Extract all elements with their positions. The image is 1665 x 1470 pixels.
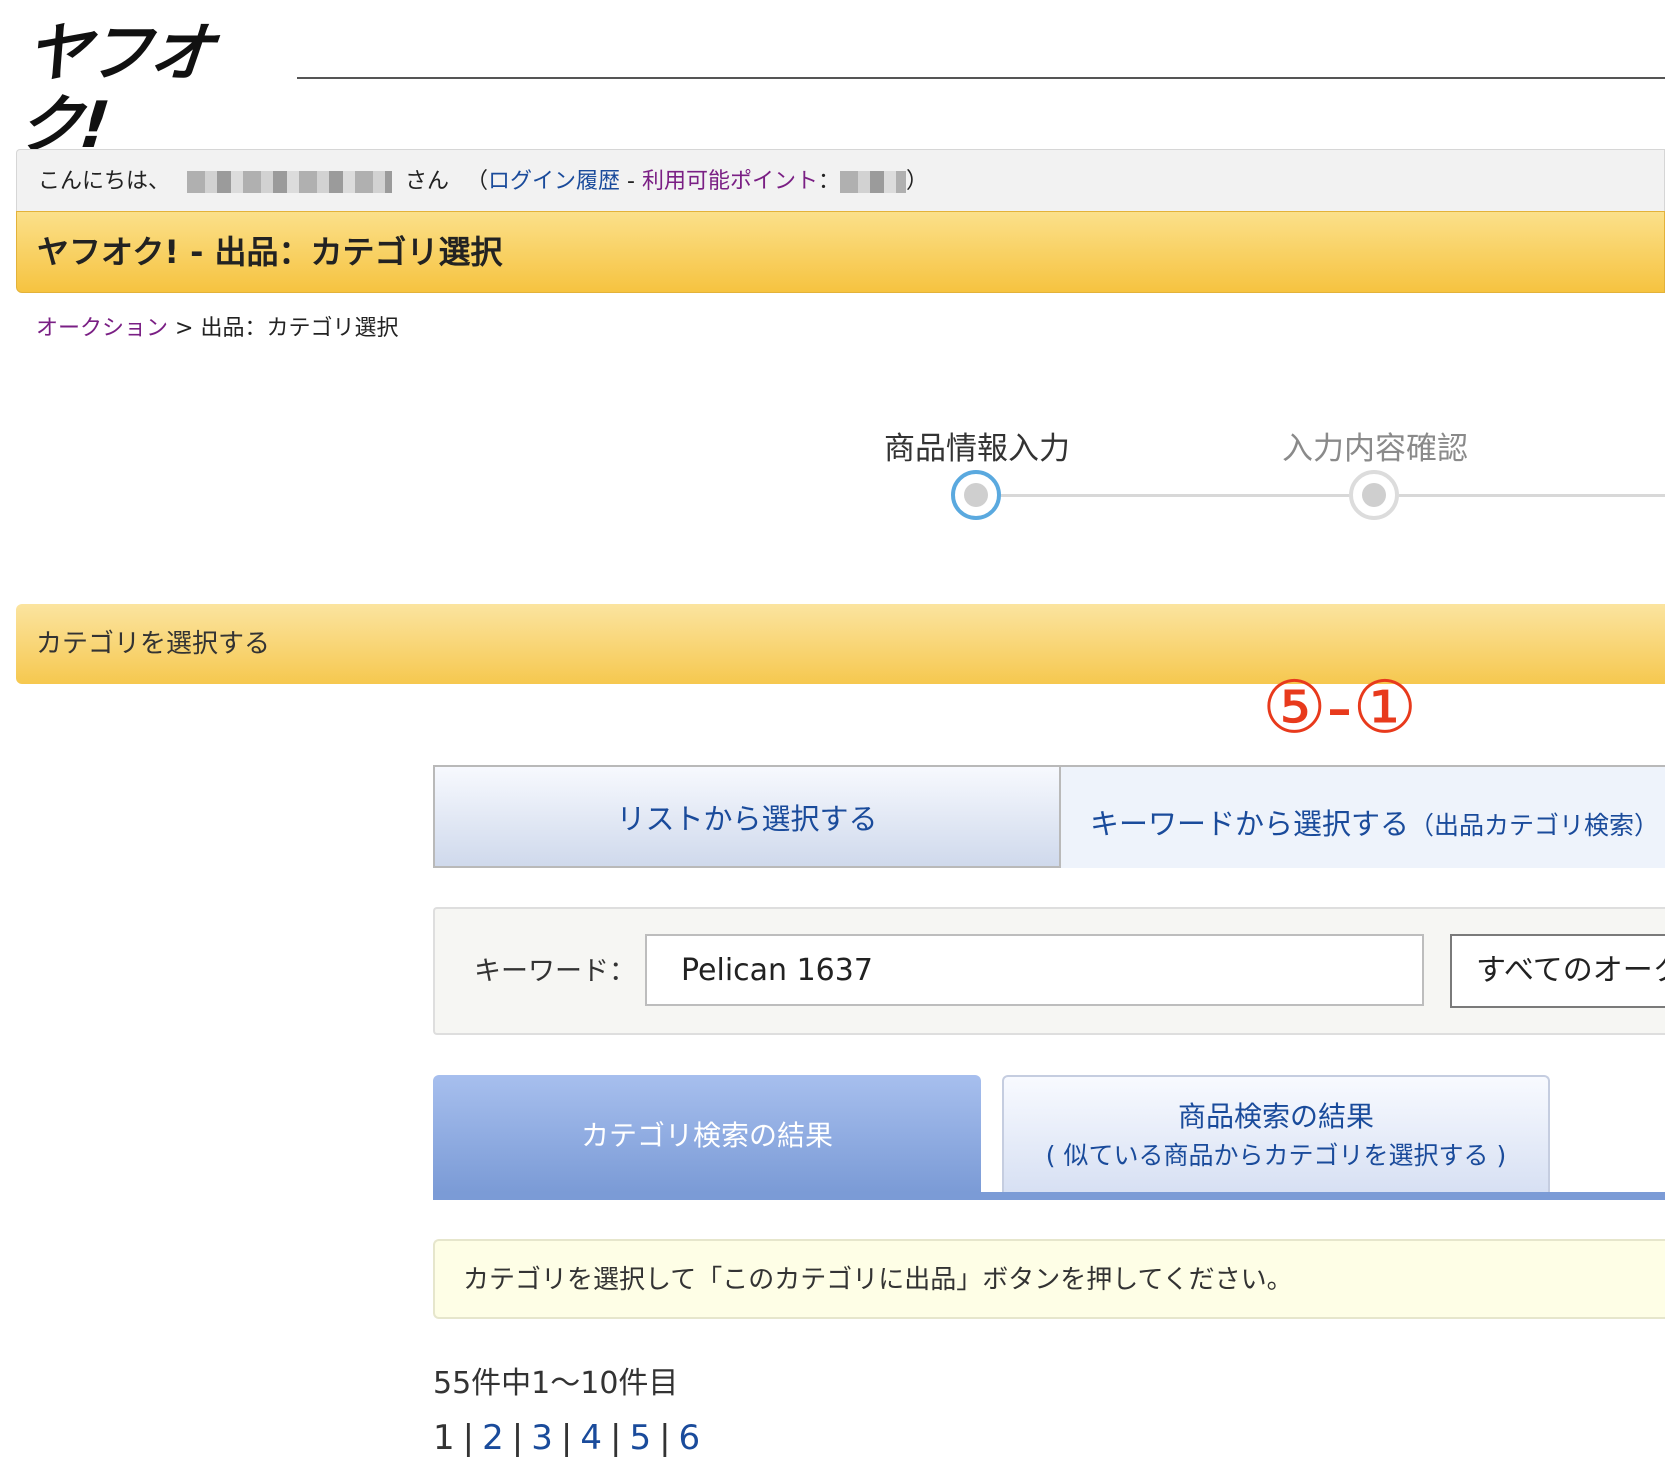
tab-select-by-keyword-label: キーワードから選択する	[1090, 807, 1410, 841]
redacted-username	[187, 171, 393, 193]
page-link-4[interactable]: 4	[580, 1418, 602, 1458]
header-divider	[297, 77, 1665, 79]
breadcrumb-auction-link[interactable]: オークション	[36, 316, 168, 341]
yahoo-auction-logo[interactable]: ヤフオク!	[14, 17, 292, 163]
tab-select-from-list-label: リストから選択する	[616, 801, 878, 836]
step-label-confirm: 入力内容確認	[1282, 431, 1468, 467]
page-link-2[interactable]: 2	[482, 1418, 504, 1458]
logo-text: ヤフオク!	[14, 17, 216, 163]
step-indicator-inactive	[1349, 470, 1399, 520]
tab-keyword-note: （出品カテゴリ検索）	[1409, 811, 1660, 840]
login-history-link[interactable]: ログイン履歴	[488, 169, 620, 194]
available-points-link[interactable]: 利用可能ポイント	[642, 169, 818, 194]
search-scope-select[interactable]: すべてのオークション	[1450, 934, 1665, 1008]
breadcrumb-separator: >	[168, 316, 201, 341]
result-tabs-underline	[433, 1192, 1665, 1200]
close-paren: ）	[906, 169, 929, 194]
page-current: 1	[433, 1418, 455, 1458]
result-count: 55件中1～10件目	[433, 1366, 679, 1401]
breadcrumb-current: 出品：カテゴリ選択	[200, 316, 399, 341]
greeting-text: こんにちは、 さん （ログイン履歴 - 利用可能ポイント： ）	[38, 166, 928, 198]
tab-select-by-keyword[interactable]: キーワードから選択する（出品カテゴリ検索）	[1061, 765, 1665, 868]
tab-item-search-results-label: 商品検索の結果	[1177, 1100, 1374, 1133]
instruction-notice-text: カテゴリを選択して「このカテゴリに出品」ボタンを押してください。	[463, 1265, 1293, 1295]
open-paren: （	[466, 169, 489, 194]
tab-item-search-results-note: ( 似ている商品からカテゴリを選択する )	[1045, 1141, 1507, 1170]
greeting-prefix: こんにちは、	[38, 169, 171, 194]
greeting-dash: -	[620, 169, 642, 194]
page-link-3[interactable]: 3	[531, 1418, 553, 1458]
section-title: カテゴリを選択する	[36, 629, 271, 659]
tab-item-search-results[interactable]: 商品検索の結果 ( 似ている商品からカテゴリを選択する )	[1002, 1075, 1550, 1192]
keyword-input[interactable]	[645, 934, 1424, 1006]
breadcrumb: オークション > 出品：カテゴリ選択	[36, 313, 398, 345]
step-progress-line	[980, 494, 1665, 497]
step-label-item-info: 商品情報入力	[884, 431, 1070, 467]
step-annotation: ⑤-①	[1262, 665, 1418, 749]
tab-category-search-results[interactable]: カテゴリ検索の結果	[433, 1075, 981, 1192]
greeting-suffix: さん	[405, 169, 450, 194]
keyword-label: キーワード：	[474, 956, 636, 987]
step-indicator-active	[951, 470, 1001, 520]
tab-category-search-results-label: カテゴリ検索の結果	[580, 1118, 833, 1152]
page-link-6[interactable]: 6	[679, 1418, 701, 1458]
page-link-5[interactable]: 5	[629, 1418, 651, 1458]
tab-select-from-list[interactable]: リストから選択する	[433, 765, 1061, 868]
page-title: ヤフオク! - 出品：カテゴリ選択	[37, 233, 503, 271]
pagination: 1 | 2 | 3 | 4 | 5 | 6	[433, 1418, 701, 1458]
redacted-points	[840, 171, 907, 193]
greeting-colon: ：	[818, 169, 841, 194]
